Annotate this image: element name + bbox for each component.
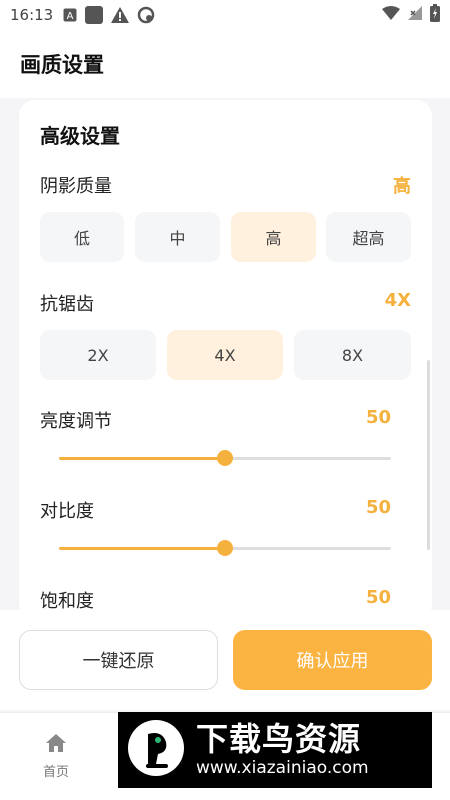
saturation-value: 50	[365, 587, 391, 608]
slider-thumb[interactable]	[217, 540, 233, 556]
shadow-quality-value: 高	[393, 176, 411, 197]
bird-logo-icon	[126, 718, 186, 782]
shadow-option-high[interactable]: 高	[231, 212, 316, 262]
advanced-settings-card: 高级设置 阴影质量 高 低 中 高 超高 抗锯齿 4X 2X 4X 8X 亮度调…	[19, 100, 432, 620]
apply-button[interactable]: 确认应用	[233, 630, 432, 690]
antialias-label: 抗锯齿	[40, 294, 94, 315]
antialias-value: 4X	[384, 290, 411, 311]
circle-icon	[137, 6, 155, 24]
brightness-slider[interactable]	[59, 448, 391, 468]
shadow-option-low[interactable]: 低	[40, 212, 124, 262]
home-icon	[45, 734, 67, 757]
warning-icon	[111, 7, 130, 23]
battery-icon	[430, 4, 440, 26]
brightness-label: 亮度调节	[40, 411, 112, 432]
a-box-icon: A	[63, 8, 77, 22]
nav-item-home[interactable]: 首页	[30, 733, 82, 780]
contrast-value: 50	[365, 497, 391, 518]
square-icon	[85, 6, 104, 24]
slider-fill	[59, 457, 225, 460]
shadow-quality-label: 阴影质量	[40, 176, 112, 197]
antialias-option-4x[interactable]: 4X	[167, 330, 283, 380]
status-time: 16:13	[10, 6, 54, 24]
app-header: 画质设置	[0, 30, 450, 98]
contrast-label: 对比度	[40, 501, 94, 522]
contrast-slider[interactable]	[59, 538, 391, 558]
slider-thumb[interactable]	[217, 450, 233, 466]
brightness-value: 50	[365, 407, 391, 428]
watermark-banner: 下载鸟资源 www.xiazainiao.com	[118, 712, 432, 788]
watermark-brand: 下载鸟资源	[196, 720, 362, 758]
status-bar: 16:13 A	[0, 0, 450, 30]
wifi-icon	[382, 6, 400, 24]
scrollbar[interactable]	[427, 360, 430, 550]
action-bar: 一键还原 确认应用	[0, 610, 450, 710]
svg-text:A: A	[67, 11, 74, 22]
slider-fill	[59, 547, 225, 550]
antialias-option-8x[interactable]: 8X	[294, 330, 411, 380]
reset-button[interactable]: 一键还原	[19, 630, 218, 690]
shadow-option-medium[interactable]: 中	[135, 212, 220, 262]
page-title: 画质设置	[20, 53, 104, 77]
nav-home-label: 首页	[42, 765, 69, 780]
signal-icon	[408, 6, 422, 24]
antialias-option-2x[interactable]: 2X	[40, 330, 156, 380]
watermark-url: www.xiazainiao.com	[196, 758, 369, 778]
section-title: 高级设置	[40, 124, 120, 148]
shadow-option-ultra[interactable]: 超高	[326, 212, 411, 262]
